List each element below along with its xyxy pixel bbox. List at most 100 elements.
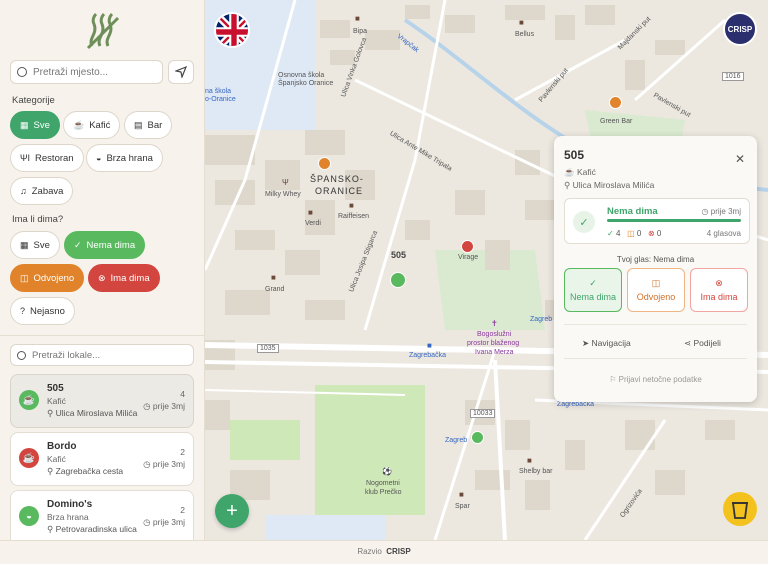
category-cafe[interactable]: ☕ Kafić [63, 111, 121, 139]
venue-pin[interactable] [609, 96, 622, 109]
language-flag-button[interactable] [214, 12, 250, 48]
add-venue-button[interactable]: + [215, 494, 249, 528]
status-progress-fill [607, 219, 741, 222]
category-bar[interactable]: ▤ Bar [124, 111, 173, 139]
cafe-icon: ■ [271, 273, 276, 282]
shop-icon: ■ [459, 490, 464, 499]
category-entertainment[interactable]: ♫ Zabava [10, 177, 74, 205]
report-button[interactable]: ⚐ Prijavi netočne podatke [554, 375, 757, 384]
venue-type: Kafić [47, 396, 66, 406]
category-fast-food[interactable]: ◒ Brza hrana [86, 144, 163, 172]
divider [564, 358, 747, 359]
road-number: 1035 [257, 344, 279, 353]
venue-address: ⚲ Ulica Miroslava Milića [47, 408, 138, 418]
map-label: 505 [391, 250, 407, 260]
place-search-placeholder: Pretraži mjesto... [33, 66, 109, 78]
map-label: Ivana Merza [475, 349, 514, 356]
cup-icon [732, 502, 748, 519]
bank-icon: ■ [349, 201, 354, 210]
smoke-filter-smoke[interactable]: ⊗ Ima dima [88, 264, 160, 292]
x-circle-icon: ⊗ [647, 229, 655, 238]
map-label: Osnovna škola [278, 72, 325, 79]
venue-vote-count: 4 [180, 389, 185, 399]
flag-icon: ⚐ [609, 375, 617, 384]
venue-search-input[interactable]: Pretraži lokale... [10, 344, 194, 366]
cup-button[interactable] [723, 492, 757, 526]
venue-list-item[interactable]: ☕ Bordo Kafić ⚲ Zagrebačka cesta 2 ◷ pri… [10, 432, 194, 486]
smoke-filter-all[interactable]: ▦ Sve [10, 231, 60, 259]
restaurant-icon: Ψ [282, 178, 289, 187]
district-label: ORANICE [315, 186, 364, 196]
bus-stop-icon: ■ [427, 341, 432, 350]
map-label: Bellus [515, 31, 535, 38]
vote-no-smoke-button[interactable]: ✓ Nema dima [564, 268, 622, 312]
venue-vote-count: 2 [180, 447, 185, 457]
smoke-filter-unclear[interactable]: ? Nejasno [10, 297, 75, 325]
venue-name: Bordo [47, 441, 77, 452]
bar-icon: ▤ [134, 119, 143, 130]
category-restaurant[interactable]: ΨΙ Restoran [10, 144, 84, 172]
fast-food-icon: ◒ [19, 506, 39, 526]
categories-label: Kategorije [12, 95, 55, 106]
venue-list-item[interactable]: ◒ Domino's Brza hrana ⚲ Petrovaradinska … [10, 490, 194, 540]
venue-updated: ◷ prije 3mj [143, 459, 185, 469]
check-circle-icon: ✓ [589, 278, 597, 288]
map-label: Shelby bar [519, 468, 553, 475]
venue-type: Brza hrana [47, 512, 89, 522]
map-label: Španjsko Oranice [278, 80, 334, 87]
venue-pin[interactable] [461, 240, 474, 253]
football-icon: ⚽ [382, 467, 392, 476]
vote-separated-button[interactable]: ◫ Odvojeno [627, 268, 685, 312]
card-venue-type: ☕ Kafić [564, 167, 596, 177]
divider [564, 324, 747, 325]
map-label: na škola [205, 88, 232, 95]
map-label: Verdi [305, 220, 321, 227]
venue-pin[interactable] [318, 157, 331, 170]
venue-detail-card: 505 ✕ ☕ Kafić ⚲ Ulica Miroslava Milića ✓… [554, 136, 757, 402]
grid-icon: ▦ [20, 119, 29, 130]
smoke-status-box: ✓ Nema dima ◷ prije 3mj ✓ 4 ◫ 0 ⊗ 0 4 gl… [564, 198, 750, 244]
search-icon [17, 67, 27, 77]
check-circle-icon: ✓ [74, 239, 82, 250]
cafe-icon: ■ [308, 208, 313, 217]
vote-total: 4 glasova [706, 229, 741, 238]
status-title: Nema dima [607, 206, 658, 217]
status-updated: ◷ prije 3mj [701, 207, 741, 216]
venue-pin[interactable] [471, 431, 484, 444]
your-vote-label: Tvoj glas: Nema dima [616, 255, 695, 264]
map-label: Grand [265, 286, 285, 293]
venue-pin-selected[interactable] [390, 272, 406, 288]
card-venue-name: 505 [564, 148, 585, 162]
map-label: Bipa [353, 28, 368, 35]
smoke-filter-label: Ima li dima? [12, 214, 64, 225]
place-search-input[interactable]: Pretraži mjesto... [10, 60, 163, 84]
smoke-filter-separated[interactable]: ◫ Odvojeno [10, 264, 85, 292]
smoke-filter-no-smoke[interactable]: ✓ Nema dima [64, 231, 146, 259]
status-progress-bar [607, 219, 741, 222]
plus-icon: + [226, 499, 238, 522]
clock-icon: ◷ [701, 207, 709, 216]
share-icon: ⋖ [684, 338, 692, 348]
map-label: Spar [455, 503, 470, 510]
navigation-arrow-icon [175, 66, 187, 78]
vote-smoke-button[interactable]: ⊗ Ima dima [690, 268, 748, 312]
map-label: Zagrebačka [557, 401, 594, 408]
cafe-icon: ■ [519, 18, 524, 27]
map-label: Nogometni [366, 480, 400, 487]
venue-list-item[interactable]: ☕ 505 Kafić ⚲ Ulica Miroslava Milića 4 ◷… [10, 374, 194, 428]
district-label: ŠPANSKO- [310, 174, 364, 184]
shop-icon: ■ [355, 14, 360, 23]
question-circle-icon: ? [20, 306, 26, 316]
coffee-icon: ☕ [19, 390, 39, 410]
locate-button[interactable] [168, 60, 194, 84]
status-counts: ✓ 4 ◫ 0 ⊗ 0 [607, 229, 662, 238]
search-icon [17, 350, 26, 360]
crisp-button[interactable]: CRISP [723, 12, 757, 46]
share-button[interactable]: ⋖ Podijeli [684, 338, 721, 349]
venue-search-placeholder: Pretraži lokale... [32, 349, 101, 361]
split-icon: ◫ [651, 278, 661, 288]
road-number: 10033 [470, 409, 496, 418]
close-icon[interactable]: ✕ [735, 152, 745, 166]
navigation-button[interactable]: ➤ Navigacija [582, 338, 631, 349]
category-all[interactable]: ▦ Sve [10, 111, 60, 139]
